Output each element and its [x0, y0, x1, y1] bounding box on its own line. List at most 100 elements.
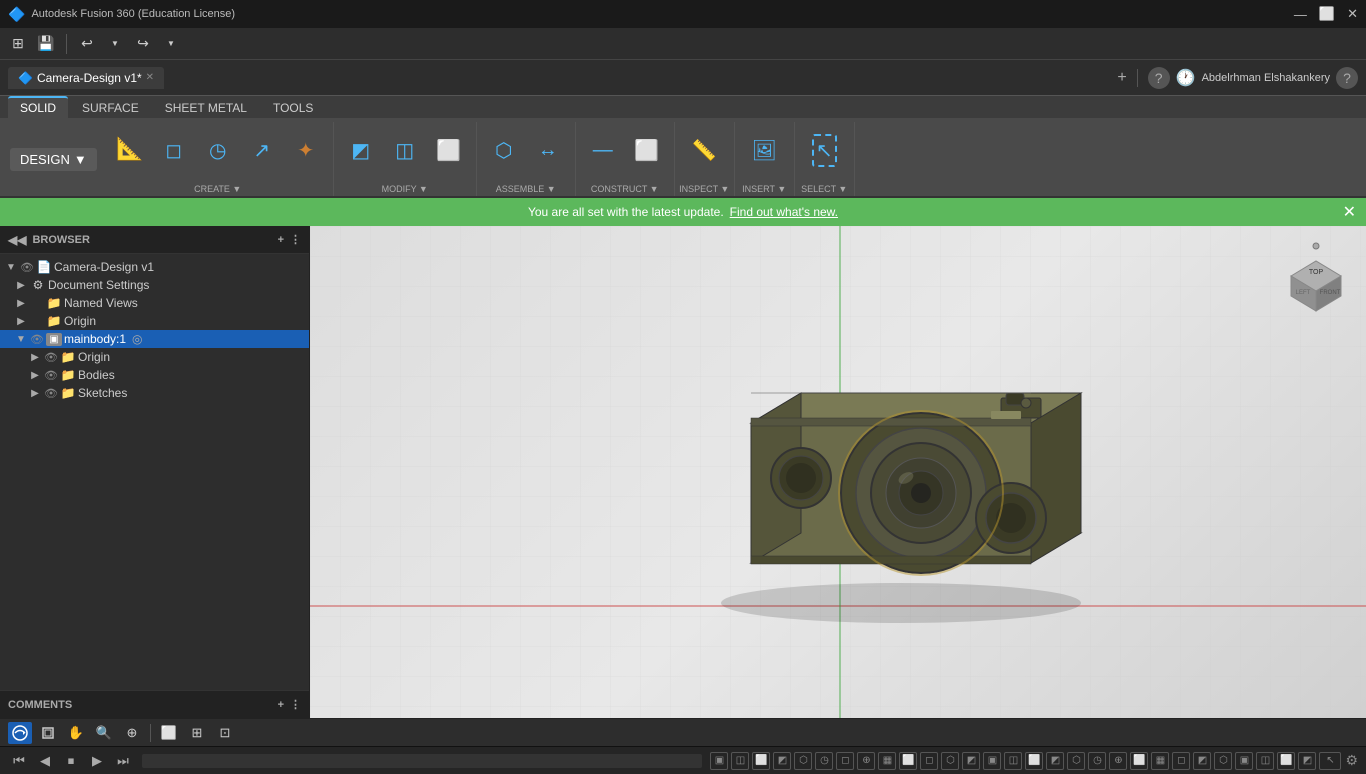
visibility-named-views[interactable]: 👁 [30, 297, 44, 310]
anim-icon-5[interactable]: ⬡ [794, 752, 812, 770]
anim-icon-16[interactable]: ⬜ [1025, 752, 1043, 770]
pan-button[interactable]: ✋ [64, 722, 88, 744]
anim-icon-18[interactable]: ⬡ [1067, 752, 1085, 770]
tree-item-doc-settings[interactable]: ▶ ⚙ Document Settings [0, 276, 309, 294]
visibility-sketches[interactable]: 👁 [44, 387, 58, 400]
view-mode-3[interactable]: ⊡ [213, 722, 237, 744]
sweep-button[interactable]: ↗ [241, 126, 283, 174]
expand-camera-design[interactable]: ▼ [4, 262, 18, 273]
expand-mainbody[interactable]: ▼ [14, 334, 28, 345]
anim-timeline[interactable] [142, 754, 702, 768]
anim-icon-24[interactable]: ◩ [1193, 752, 1211, 770]
undo-button[interactable]: ↩ [75, 32, 99, 56]
anim-last-button[interactable]: ⏭ [112, 750, 134, 772]
tab-solid[interactable]: SOLID [8, 96, 68, 118]
mainbody-record-icon[interactable]: ◎ [132, 332, 142, 346]
extrude-button[interactable]: ◻ [153, 126, 195, 174]
anim-icon-2[interactable]: ◫ [731, 752, 749, 770]
comments-add-button[interactable]: + [278, 699, 284, 711]
tab-sheet-metal[interactable]: SHEET METAL [153, 98, 259, 118]
tree-item-mainbody-origin[interactable]: ▶ 👁 📁 Origin [0, 348, 309, 366]
expand-origin[interactable]: ▶ [14, 316, 28, 327]
tree-item-mainbody[interactable]: ▼ 👁 ▣ mainbody:1 ◎ [0, 330, 309, 348]
anim-icon-26[interactable]: ▣ [1235, 752, 1253, 770]
offset-plane-button[interactable]: — [582, 126, 624, 174]
view-cube[interactable]: TOP LEFT FRONT [1276, 236, 1356, 316]
tree-item-named-views[interactable]: ▶ 👁 📁 Named Views [0, 294, 309, 312]
anim-icon-23[interactable]: ◻ [1172, 752, 1190, 770]
visibility-mainbody[interactable]: 👁 [30, 333, 44, 346]
anim-icon-9[interactable]: ▦ [878, 752, 896, 770]
tree-item-camera-design[interactable]: ▼ 👁 📄 Camera-Design v1 [0, 258, 309, 276]
anim-play-button[interactable]: ▶ [86, 750, 108, 772]
anim-icon-4[interactable]: ◩ [773, 752, 791, 770]
anim-icon-3[interactable]: ⬜ [752, 752, 770, 770]
expand-mainbody-origin[interactable]: ▶ [28, 352, 42, 363]
home-button[interactable] [36, 722, 60, 744]
view-mode-1[interactable]: ⬜ [157, 722, 181, 744]
tree-item-sketches[interactable]: ▶ 👁 📁 Sketches [0, 384, 309, 402]
visibility-mainbody-origin[interactable]: 👁 [44, 351, 58, 364]
settings-gear-button[interactable]: ⚙ [1345, 752, 1358, 769]
anim-icon-15[interactable]: ◫ [1004, 752, 1022, 770]
anim-icon-8[interactable]: ⊕ [857, 752, 875, 770]
anim-first-button[interactable]: ⏮ [8, 750, 30, 772]
orbit-button[interactable] [8, 722, 32, 744]
anim-icon-1[interactable]: ▣ [710, 752, 728, 770]
tab-close-button[interactable]: ✕ [146, 72, 154, 83]
loft-button[interactable]: ✦ [285, 126, 327, 174]
construct-box-button[interactable]: ⬜ [626, 126, 668, 174]
notification-link[interactable]: Find out what's new. [730, 205, 838, 219]
anim-icon-11[interactable]: ◻ [920, 752, 938, 770]
anim-icon-13[interactable]: ◩ [962, 752, 980, 770]
expand-bodies[interactable]: ▶ [28, 370, 42, 381]
anim-icon-27[interactable]: ◫ [1256, 752, 1274, 770]
anim-icon-7[interactable]: ◻ [836, 752, 854, 770]
anim-icon-14[interactable]: ▣ [983, 752, 1001, 770]
tree-item-bodies[interactable]: ▶ 👁 📁 Bodies [0, 366, 309, 384]
undo-dropdown[interactable]: ▼ [103, 32, 127, 56]
revolve-button[interactable]: ◷ [197, 126, 239, 174]
anim-icon-17[interactable]: ◩ [1046, 752, 1064, 770]
measure-button[interactable]: 📏 [683, 126, 725, 174]
anim-icon-6[interactable]: ◷ [815, 752, 833, 770]
press-pull-button[interactable]: ◩ [340, 126, 382, 174]
zoom-fit-button[interactable]: ⊕ [120, 722, 144, 744]
tab-camera-design[interactable]: 🔷 Camera-Design v1* ✕ [8, 67, 164, 89]
anim-icon-cursor[interactable]: ↖ [1319, 752, 1341, 770]
help-button[interactable]: ? [1148, 67, 1170, 89]
expand-named-views[interactable]: ▶ [14, 298, 28, 309]
anim-stop-button[interactable]: ⏹ [60, 750, 82, 772]
visibility-bodies[interactable]: 👁 [44, 369, 58, 382]
joint-button[interactable]: ↔ [527, 126, 569, 174]
help-icon[interactable]: ? [1336, 67, 1358, 89]
maximize-button[interactable]: ⬜ [1319, 6, 1335, 22]
notification-close-button[interactable]: ✕ [1343, 202, 1356, 222]
browser-collapse-icon[interactable]: ◀◀ [8, 233, 26, 247]
browser-options-button[interactable]: + [278, 234, 284, 246]
view-mode-2[interactable]: ⊞ [185, 722, 209, 744]
anim-icon-28[interactable]: ⬜ [1277, 752, 1295, 770]
new-component-button[interactable]: ⬡ [483, 126, 525, 174]
grid-button[interactable]: ⊞ [6, 32, 30, 56]
select-button[interactable]: ↖ [803, 126, 845, 174]
shell-button[interactable]: ⬜ [428, 126, 470, 174]
browser-splitter[interactable]: ⋮ [290, 233, 301, 246]
anim-icon-19[interactable]: ◷ [1088, 752, 1106, 770]
tab-surface[interactable]: SURFACE [70, 98, 151, 118]
create-sketch-button[interactable]: 📐 [109, 126, 151, 174]
titlebar-controls[interactable]: — ⬜ ✕ [1294, 6, 1358, 22]
anim-icon-29[interactable]: ◩ [1298, 752, 1316, 770]
add-tab-button[interactable]: + [1117, 69, 1126, 87]
anim-icon-22[interactable]: ▦ [1151, 752, 1169, 770]
design-menu-button[interactable]: DESIGN ▼ [10, 148, 97, 171]
expand-doc-settings[interactable]: ▶ [14, 280, 28, 291]
visibility-camera-design[interactable]: 👁 [20, 261, 34, 274]
anim-icon-25[interactable]: ⬡ [1214, 752, 1232, 770]
expand-sketches[interactable]: ▶ [28, 388, 42, 399]
anim-icon-21[interactable]: ⬜ [1130, 752, 1148, 770]
anim-icon-12[interactable]: ⬡ [941, 752, 959, 770]
close-button[interactable]: ✕ [1347, 6, 1358, 22]
tree-item-origin[interactable]: ▶ 👁 📁 Origin [0, 312, 309, 330]
comments-splitter[interactable]: ⋮ [290, 698, 301, 711]
